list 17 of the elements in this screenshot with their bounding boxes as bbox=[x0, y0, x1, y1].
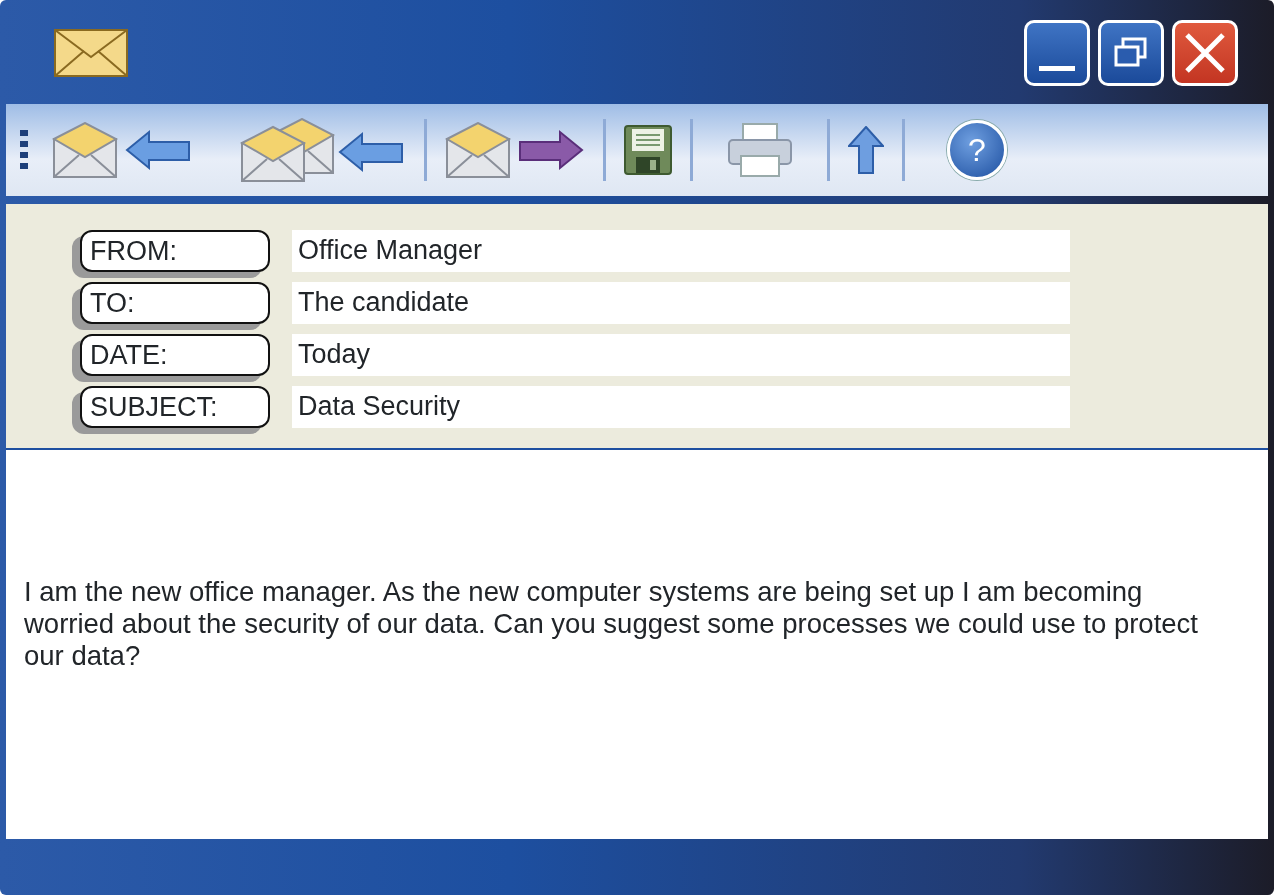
minimize-button[interactable] bbox=[1024, 20, 1090, 86]
restore-button[interactable] bbox=[1098, 20, 1164, 86]
field-value[interactable]: Today bbox=[292, 334, 1070, 376]
forward-icon[interactable] bbox=[445, 122, 585, 178]
up-arrow-icon[interactable] bbox=[848, 126, 884, 174]
grip-icon bbox=[20, 130, 28, 170]
field-value[interactable]: Office Manager bbox=[292, 230, 1070, 272]
printer-icon[interactable] bbox=[727, 122, 793, 178]
close-button[interactable] bbox=[1172, 20, 1238, 86]
reply-all-icon[interactable] bbox=[240, 118, 406, 182]
envelope-icon bbox=[54, 29, 128, 77]
field-value[interactable]: The candidate bbox=[292, 282, 1070, 324]
field-value[interactable]: Data Security bbox=[292, 386, 1070, 428]
reply-icon[interactable] bbox=[52, 122, 192, 178]
minimize-icon bbox=[1039, 65, 1075, 71]
message-body: I am the new office manager. As the new computer systems are being set up I am becoming worried about the security of our data. Can you suggest some processes we could use to protect our data? bbox=[24, 576, 1199, 672]
close-icon bbox=[1183, 31, 1227, 75]
